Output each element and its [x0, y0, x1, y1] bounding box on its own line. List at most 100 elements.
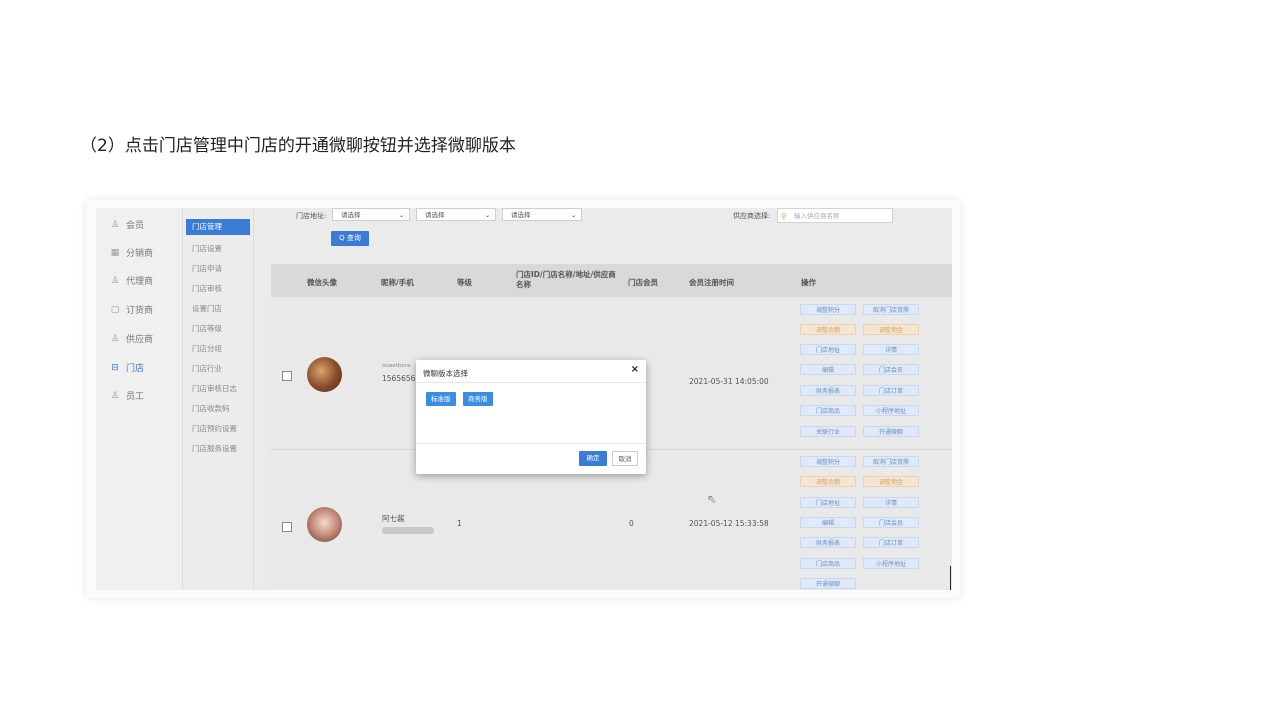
- subnav-item[interactable]: 门店服务设置: [192, 443, 237, 454]
- adjust-commission-button[interactable]: 调整佣金: [863, 324, 919, 335]
- subnav-store-manage[interactable]: 门店管理: [186, 219, 250, 235]
- city-select[interactable]: 请选择 ⌄: [416, 208, 496, 221]
- select-value: 请选择: [425, 211, 445, 219]
- nav-member[interactable]: ♙ 会员: [110, 218, 145, 232]
- table-header: 微信头像 昵称/手机 等级 门店ID/门店名称/地址/供应商名称 门店会员 会员…: [271, 264, 952, 297]
- edit-button[interactable]: 编辑: [800, 364, 856, 375]
- adjust-points-button[interactable]: 调整积分: [800, 456, 856, 467]
- store-products-button[interactable]: 门店商品: [800, 558, 856, 569]
- box-icon: ▢: [110, 304, 120, 315]
- nickname: 阿七酱: [382, 514, 405, 523]
- col-avatar: 微信头像: [307, 278, 337, 287]
- financial-report-button[interactable]: 财务报表: [800, 385, 856, 396]
- nav-label: 员工: [126, 392, 145, 402]
- store-products-button[interactable]: 门店商品: [800, 405, 856, 416]
- nav-orderer[interactable]: ▢ 订货商: [110, 303, 154, 317]
- district-select[interactable]: 请选择 ⌄: [502, 208, 582, 221]
- store-address-button[interactable]: 门店地址: [800, 344, 856, 355]
- nav-label: 会员: [126, 221, 145, 231]
- nav-label: 分销商: [126, 249, 154, 259]
- subnav-item[interactable]: 门店收款码: [192, 403, 230, 414]
- subnav-item[interactable]: 门店设置: [192, 243, 222, 254]
- col-register-time: 会员注册时间: [689, 278, 734, 287]
- link-industry-button[interactable]: 关联行业: [800, 426, 856, 437]
- miniprogram-address-button[interactable]: 小程序地址: [863, 558, 919, 569]
- nav-supplier[interactable]: ♙ 供应商: [110, 332, 153, 346]
- mouse-cursor-icon: ⇖: [707, 492, 718, 506]
- supplier-label: 供应商选择:: [733, 212, 771, 220]
- nav-distributor[interactable]: ▦ 分销商: [110, 246, 154, 260]
- store-members-button[interactable]: 门店会员: [863, 364, 919, 375]
- subnav-item[interactable]: 门店审核: [192, 283, 222, 294]
- text-caret: [950, 566, 951, 590]
- col-store-info: 门店ID/门店名称/地址/供应商名称: [516, 270, 616, 289]
- modal-divider: [416, 382, 646, 383]
- open-wechat-chat-button[interactable]: 开通微聊: [800, 578, 856, 589]
- details-button[interactable]: 详情: [863, 344, 919, 355]
- confirm-button[interactable]: 确定: [579, 451, 607, 466]
- store-orders-button[interactable]: 门店订单: [863, 537, 919, 548]
- phone: 15656565: [382, 374, 421, 383]
- adjust-points-button[interactable]: 调整积分: [800, 304, 856, 315]
- avatar: [307, 357, 342, 392]
- province-select[interactable]: 请选择 ⌄: [332, 208, 410, 221]
- details-button[interactable]: 详情: [863, 497, 919, 508]
- supplier-search-input[interactable]: ⚲ 输入供应商名称: [777, 208, 893, 223]
- level: 1: [457, 519, 462, 528]
- cancel-button[interactable]: 取消: [612, 451, 638, 466]
- store-orders-button[interactable]: 门店订单: [863, 385, 919, 396]
- nav-label: 订货商: [126, 306, 154, 316]
- cancel-qualification-button[interactable]: 取消门店资质: [863, 304, 919, 315]
- close-icon[interactable]: ×: [631, 364, 639, 375]
- blurred-phone: [382, 527, 434, 534]
- address-label: 门店地址:: [296, 212, 327, 220]
- members: 0: [629, 519, 634, 528]
- register-time: 2021-05-12 15:33:58: [689, 519, 769, 528]
- chevron-down-icon: ⌄: [398, 212, 404, 219]
- modal-title: 微聊版本选择: [423, 369, 468, 378]
- adjust-commission-button[interactable]: 调整佣金: [863, 476, 919, 487]
- store-address-button[interactable]: 门店地址: [800, 497, 856, 508]
- placeholder-text: 输入供应商名称: [794, 212, 840, 220]
- col-nickname: 昵称/手机: [381, 278, 414, 287]
- miniprogram-address-button[interactable]: 小程序地址: [863, 405, 919, 416]
- subnav-item[interactable]: 门店行业: [192, 363, 222, 374]
- adjust-balance-button[interactable]: 调整余额: [800, 324, 856, 335]
- open-wechat-chat-button[interactable]: 开通微聊: [863, 426, 919, 437]
- nav-store[interactable]: ⊟ 门店: [110, 361, 145, 375]
- col-actions: 操作: [801, 278, 816, 287]
- instruction-text: （2）点击门店管理中门店的开通微聊按钮并选择微聊版本: [80, 136, 516, 156]
- nav-label: 门店: [126, 364, 145, 374]
- financial-report-button[interactable]: 财务报表: [800, 537, 856, 548]
- cancel-qualification-button[interactable]: 取消门店资质: [863, 456, 919, 467]
- adjust-balance-button[interactable]: 调整余额: [800, 476, 856, 487]
- chevron-down-icon: ⌄: [484, 212, 490, 219]
- nav-agent[interactable]: ♙ 代理商: [110, 274, 154, 288]
- row-checkbox[interactable]: [282, 371, 292, 381]
- store-members-button[interactable]: 门店会员: [863, 517, 919, 528]
- subnav-item[interactable]: 门店等级: [192, 323, 222, 334]
- user-icon: ♙: [110, 275, 120, 286]
- chevron-down-icon: ⌄: [570, 212, 576, 219]
- user-icon: ♙: [110, 390, 120, 401]
- standard-version-button[interactable]: 标准版: [426, 392, 456, 406]
- query-button[interactable]: Q 查询: [331, 231, 369, 246]
- edit-button[interactable]: 编辑: [800, 517, 856, 528]
- business-version-button[interactable]: 商务版: [463, 392, 493, 406]
- grid-icon: ▦: [110, 247, 120, 258]
- col-level: 等级: [457, 278, 472, 287]
- sub-nav: 门店管理 门店设置 门店申请 门店审核 设置门店 门店等级 门店分组 门店行业 …: [183, 208, 254, 590]
- nav-staff[interactable]: ♙ 员工: [110, 389, 145, 403]
- subnav-item[interactable]: 门店预约设置: [192, 423, 237, 434]
- modal-divider: [416, 443, 646, 444]
- subnav-item[interactable]: 门店分组: [192, 343, 222, 354]
- search-icon: ⚲: [781, 212, 787, 221]
- subnav-item[interactable]: 门店申请: [192, 263, 222, 274]
- row-checkbox[interactable]: [282, 522, 292, 532]
- nav-label: 代理商: [126, 277, 154, 287]
- avatar: [307, 507, 342, 542]
- select-value: 请选择: [341, 211, 361, 219]
- subnav-item[interactable]: 设置门店: [192, 303, 222, 314]
- subnav-item[interactable]: 门店审核日志: [192, 383, 237, 394]
- register-time: 2021-05-31 14:05:00: [689, 377, 769, 386]
